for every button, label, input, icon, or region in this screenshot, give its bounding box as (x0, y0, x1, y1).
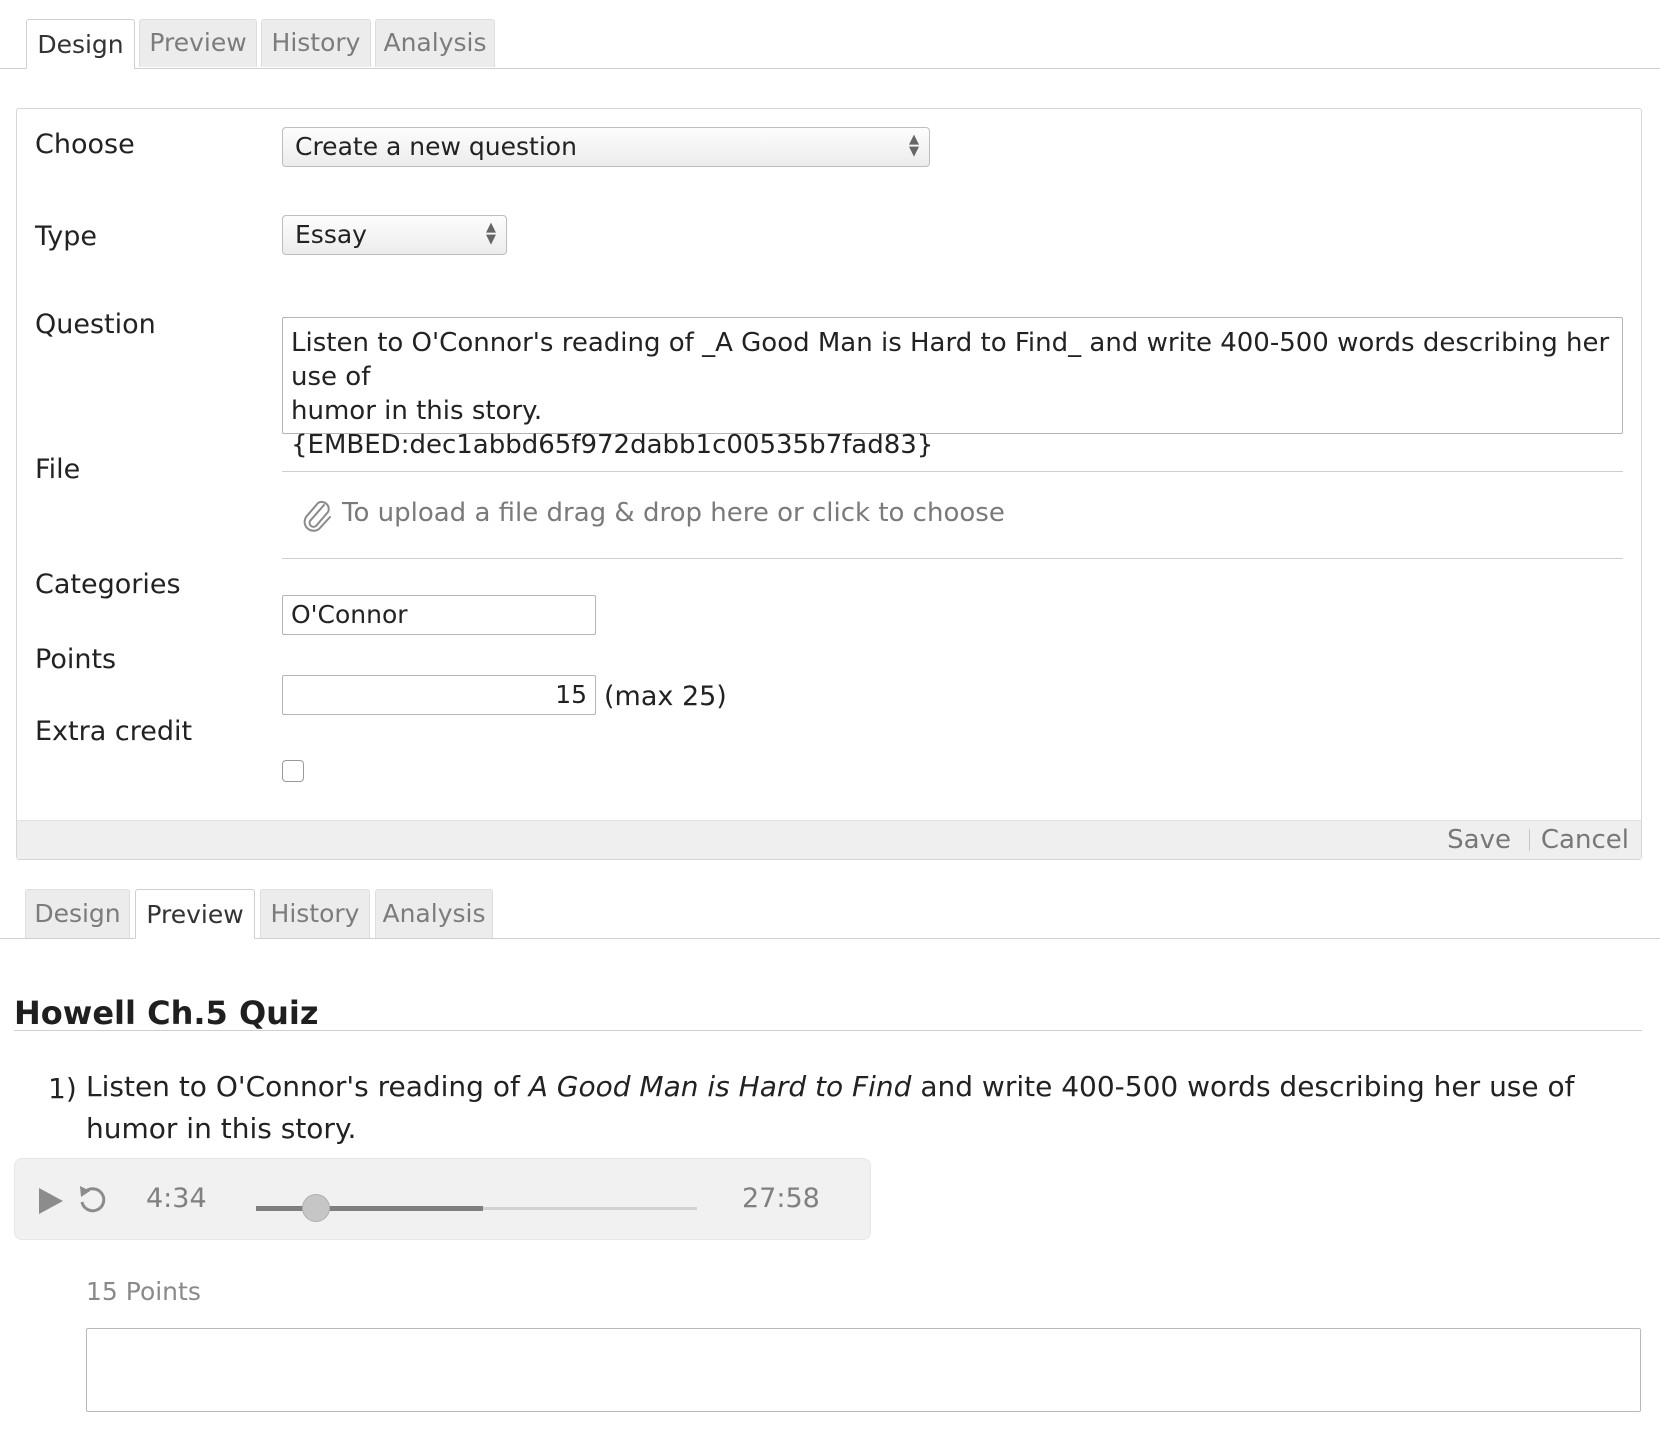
title-divider (14, 1030, 1642, 1031)
question-text-line: {EMBED:dec1abbd65f972dabb1c00535b7fad83} (291, 430, 934, 460)
save-button[interactable]: Save (1447, 825, 1511, 855)
question-text: Listen to O'Connor's reading of A Good M… (86, 1066, 1646, 1150)
duration-time: 27:58 (742, 1183, 820, 1214)
choose-select-value: Create a new question (295, 132, 577, 161)
choose-label: Choose (35, 129, 135, 160)
tab-analysis[interactable]: Analysis (375, 19, 495, 67)
categories-input[interactable]: O'Connor (282, 595, 596, 635)
seek-thumb[interactable] (301, 1194, 330, 1222)
points-text: 15 Points (86, 1277, 201, 1306)
extra-credit-checkbox[interactable] (282, 760, 304, 782)
tab-design[interactable]: Design (25, 889, 130, 938)
question-text-line: humor in this story. (291, 396, 543, 426)
tab-preview[interactable]: Preview (139, 19, 257, 67)
answer-textarea[interactable] (86, 1328, 1641, 1412)
file-upload-hint: To upload a file drag & drop here or cli… (342, 498, 1005, 528)
type-select-value: Essay (295, 220, 367, 249)
select-arrows-icon: ▲ ▼ (486, 220, 496, 247)
quiz-title: Howell Ch.5 Quiz (14, 994, 319, 1032)
paperclip-icon (300, 496, 334, 538)
type-select[interactable]: Essay ▲ ▼ (282, 215, 507, 255)
current-time: 4:34 (146, 1183, 207, 1214)
audio-player: 4:34 27:58 (14, 1158, 871, 1240)
question-text-line: Listen to O'Connor's reading of _A Good … (291, 328, 1610, 392)
panel-footer: Save Cancel (17, 820, 1641, 859)
tab-preview[interactable]: Preview (135, 889, 255, 939)
play-icon[interactable] (37, 1186, 65, 1220)
preview-tab-bar: Design Preview History Analysis (0, 880, 1660, 939)
question-text-part: Listen to O'Connor's reading of (86, 1070, 529, 1103)
points-max-text: (max 25) (604, 681, 727, 712)
file-label: File (35, 454, 81, 485)
tab-history[interactable]: History (260, 889, 370, 938)
cancel-button[interactable]: Cancel (1541, 825, 1629, 855)
question-label: Question (35, 309, 156, 340)
points-label: Points (35, 644, 117, 675)
buffered-bar (256, 1206, 484, 1211)
tab-design[interactable]: Design (26, 19, 135, 69)
choose-select[interactable]: Create a new question ▲ ▼ (282, 127, 930, 167)
seek-bar[interactable] (256, 1194, 697, 1222)
replay-icon[interactable] (77, 1183, 107, 1219)
tab-history[interactable]: History (261, 19, 371, 67)
points-input[interactable]: 15 (282, 675, 596, 715)
question-textarea[interactable]: Listen to O'Connor's reading of _A Good … (282, 317, 1623, 460)
tab-analysis[interactable]: Analysis (375, 889, 493, 938)
question-design-panel: Choose Create a new question ▲ ▼ Type Ess… (16, 108, 1642, 860)
footer-separator (1529, 829, 1530, 851)
type-label: Type (35, 221, 98, 252)
extra-credit-label: Extra credit (35, 716, 193, 747)
design-tab-bar: Design Preview History Analysis (0, 0, 1660, 69)
question-number: 1) (48, 1072, 77, 1105)
categories-label: Categories (35, 569, 181, 600)
select-arrows-icon: ▲ ▼ (909, 132, 919, 159)
story-title: A Good Man is Hard to Find (528, 1070, 912, 1103)
file-dropzone[interactable]: To upload a file drag & drop here or cli… (282, 471, 1623, 559)
